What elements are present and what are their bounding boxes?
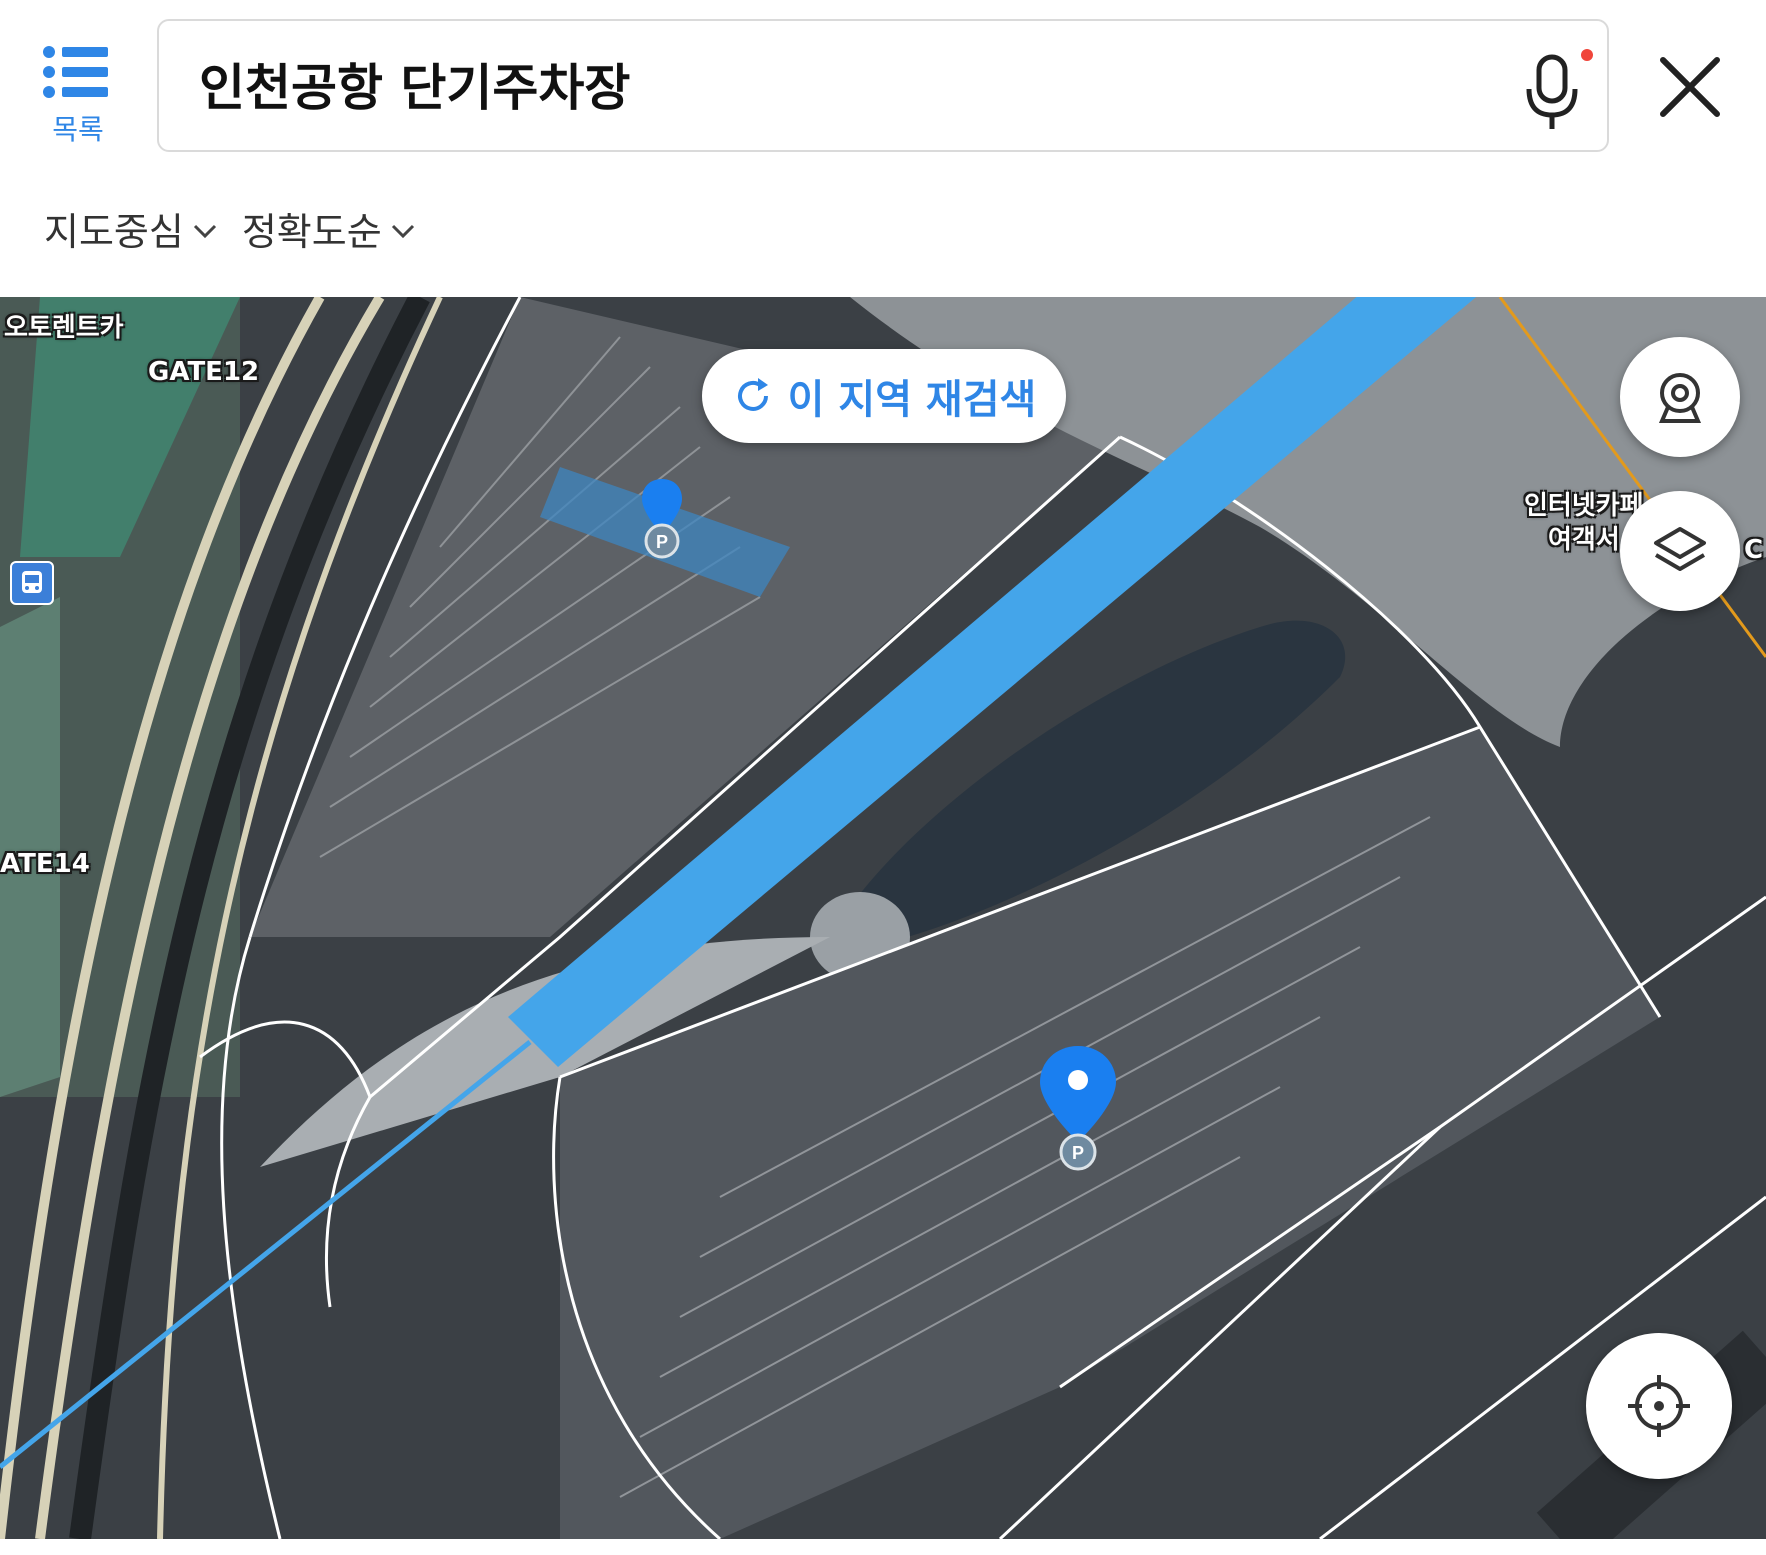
search-header: 목록 지도중심 정확도순 [0, 0, 1766, 297]
layers-icon [1654, 527, 1706, 571]
chevron-down-icon [391, 224, 414, 239]
parking-pin-selected[interactable]: P [1038, 1042, 1118, 1176]
current-location-button[interactable] [1586, 1333, 1732, 1479]
map-label-cut: C [1744, 535, 1764, 565]
map-label-gate12: GATE12 [148, 357, 260, 387]
close-icon [1660, 57, 1720, 117]
search-input[interactable] [199, 49, 1399, 119]
list-label: 목록 [52, 113, 104, 146]
current-location-icon [1628, 1375, 1690, 1437]
satellite-map[interactable]: 오토렌트카 GATE12 ATE14 인터넷카페 여객서 C 이 지역 재검색 … [0, 297, 1766, 1539]
map-pin-icon: P [642, 479, 682, 559]
research-area-button[interactable]: 이 지역 재검색 [702, 349, 1066, 443]
refresh-icon [737, 378, 768, 411]
microphone-icon [1526, 49, 1593, 129]
map-label-gate14: ATE14 [0, 849, 90, 879]
filter-map-center-label: 지도중심 [44, 209, 184, 254]
street-view-button[interactable] [1620, 337, 1740, 457]
bottom-strip [0, 1539, 1766, 1555]
filter-sort-accuracy[interactable]: 정확도순 [242, 198, 416, 258]
bus-stop-icon [22, 571, 42, 593]
map-layers-button[interactable] [1620, 491, 1740, 611]
parking-pin[interactable]: P [640, 477, 684, 563]
chevron-down-icon [193, 224, 216, 239]
map-imagery [0, 297, 1766, 1539]
map-label-autorent: 오토렌트카 [4, 313, 124, 343]
map-pin-icon: P [1040, 1046, 1116, 1171]
voice-search-button[interactable] [1509, 45, 1599, 135]
close-button[interactable] [1655, 52, 1725, 122]
research-area-label: 이 지역 재검색 [787, 377, 1037, 423]
filter-map-center[interactable]: 지도중심 [44, 198, 218, 258]
svg-text:P: P [1072, 1143, 1084, 1163]
list-icon [43, 46, 108, 98]
svg-text:P: P [656, 532, 668, 552]
filter-sort-accuracy-label: 정확도순 [241, 209, 382, 254]
bus-stop-marker[interactable] [10, 561, 54, 605]
map-label-terminal: 여객서 [1548, 525, 1620, 555]
street-view-icon [1658, 373, 1702, 423]
map-label-internet-cafe: 인터넷카페 [1524, 491, 1644, 521]
search-box [157, 19, 1609, 152]
filter-bar: 지도중심 정확도순 [44, 198, 416, 258]
list-button[interactable]: 목록 [38, 40, 118, 150]
